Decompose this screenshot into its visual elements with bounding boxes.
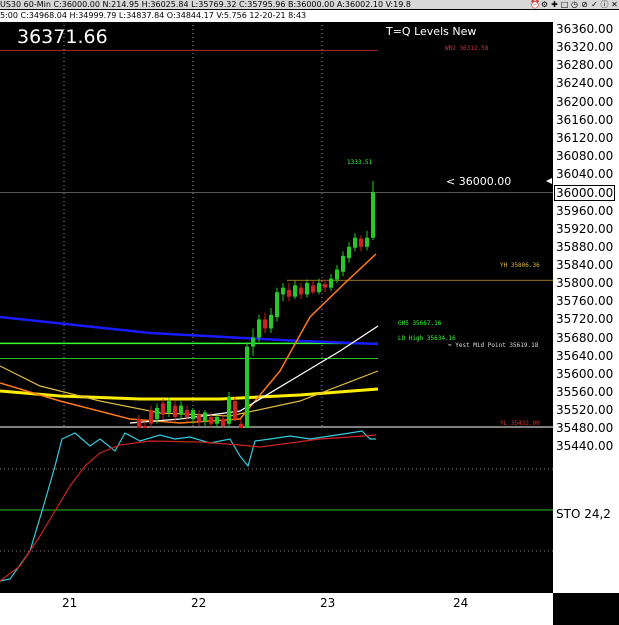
y-tick-label: 35800.00 bbox=[556, 276, 614, 291]
study-title: T=Q Levels New bbox=[386, 25, 477, 38]
fx-label: +FX bbox=[600, 614, 615, 622]
y-tick-label: 36240.00 bbox=[556, 76, 614, 91]
y-tick-label: 36040.00 bbox=[556, 167, 614, 182]
candle-body bbox=[299, 287, 303, 295]
candle-body bbox=[365, 237, 369, 247]
y-tick-label: 35520.00 bbox=[556, 403, 614, 418]
candle-body bbox=[209, 416, 213, 424]
current-price-marker: < 36000.00 bbox=[446, 175, 512, 188]
y-tick-label: 36000.00 bbox=[554, 185, 616, 202]
y-tick-label: 35720.00 bbox=[556, 312, 614, 327]
candle-body bbox=[329, 278, 333, 288]
candle-body bbox=[275, 292, 279, 318]
bar-count-label: 1333.51 bbox=[347, 159, 373, 166]
ohlc-readout: US30 60-Min C:36000.00 N:214.95 H:36025.… bbox=[0, 0, 411, 9]
candle-body bbox=[353, 237, 357, 248]
yest-mid-text: Yest Mid Point 35619.18 bbox=[455, 342, 539, 349]
last-price: 36371.66 bbox=[17, 26, 108, 48]
stop-icon[interactable]: ⊘ bbox=[580, 0, 589, 9]
y-tick-label: 36280.00 bbox=[556, 58, 614, 73]
candle-body bbox=[203, 412, 207, 422]
close-icon[interactable]: ✕ bbox=[610, 0, 619, 9]
toolbar-icons: ⏰ ⚙ ✚ □ ◷ ⊘ ✓ ⓘ ✕ bbox=[530, 0, 619, 9]
candle-body bbox=[269, 314, 273, 329]
clock-icon[interactable]: ◷ bbox=[570, 0, 579, 9]
wr2-label: WR2 36312.58 bbox=[445, 45, 489, 52]
square-icon[interactable]: □ bbox=[560, 0, 569, 9]
y-tick-label: 35920.00 bbox=[556, 221, 614, 236]
y-tick-label: 35640.00 bbox=[556, 348, 614, 363]
x-tick-label: 24 bbox=[453, 596, 469, 610]
y-tick-label: 36360.00 bbox=[556, 22, 614, 36]
y-tick-label: 35960.00 bbox=[556, 203, 614, 218]
yest-mid-label: ⬅ Yest Mid Point 35619.18 bbox=[448, 342, 539, 349]
price-arrow-icon bbox=[546, 178, 552, 184]
candle-body bbox=[215, 416, 219, 424]
data-window-bar: 5:00 C:34968.04 H:34999.79 L:34837.84 O:… bbox=[0, 10, 619, 21]
y-tick-label: 36120.00 bbox=[556, 130, 614, 145]
candle-body bbox=[335, 269, 339, 280]
yl-label: YL 35432.00 bbox=[500, 420, 540, 427]
stochastic-label: STO 24,2 bbox=[556, 507, 611, 521]
y-tick-label: 35560.00 bbox=[556, 385, 614, 399]
y-tick-label: 35480.00 bbox=[556, 421, 614, 436]
y-tick-label: 35880.00 bbox=[556, 239, 614, 254]
y-tick-label: 35760.00 bbox=[556, 294, 614, 309]
candle-body bbox=[245, 346, 249, 429]
gh5-label: GH5 35667.16 bbox=[398, 320, 442, 327]
candle-body bbox=[341, 255, 345, 272]
data-window-text: 5:00 C:34968.04 H:34999.79 L:34837.84 O:… bbox=[0, 11, 307, 20]
y-tick-label: 35680.00 bbox=[556, 330, 614, 345]
y-tick-label: 36320.00 bbox=[556, 40, 614, 55]
candle-body bbox=[287, 289, 291, 297]
candle-body bbox=[293, 285, 297, 297]
candle-body bbox=[233, 401, 237, 420]
candle-body bbox=[323, 284, 327, 288]
y-tick-label: 36080.00 bbox=[556, 149, 614, 164]
info-icon[interactable]: ⓘ bbox=[600, 0, 609, 9]
zoom-controls-icon[interactable]: □□□ bbox=[587, 594, 610, 603]
candle-body bbox=[317, 283, 321, 293]
title-bar: US30 60-Min C:36000.00 N:214.95 H:36025.… bbox=[0, 0, 619, 9]
candle-body bbox=[359, 238, 363, 247]
x-tick-label: 22 bbox=[191, 596, 207, 610]
candle-body bbox=[197, 414, 201, 422]
candle-body bbox=[305, 283, 309, 295]
y-tick-label: 36200.00 bbox=[556, 94, 614, 109]
candle-body bbox=[347, 246, 351, 259]
gear-icon[interactable]: ⚙ bbox=[540, 0, 549, 9]
candle-body bbox=[281, 287, 285, 295]
candle-body bbox=[257, 319, 261, 338]
oscillator-panel-bg bbox=[0, 428, 553, 593]
check-icon[interactable]: ✓ bbox=[590, 0, 599, 9]
crosshair-icon[interactable]: ✚ bbox=[550, 0, 559, 9]
candle-body bbox=[185, 410, 189, 417]
y-tick-label: 35840.00 bbox=[556, 257, 614, 272]
alarm-icon[interactable]: ⏰ bbox=[530, 0, 540, 9]
x-tick-label: 21 bbox=[62, 596, 78, 610]
y-tick-label: 35600.00 bbox=[556, 366, 614, 381]
ma-gold-line bbox=[0, 365, 379, 417]
candle-body bbox=[191, 410, 195, 420]
candle-body bbox=[221, 419, 225, 427]
price-chart[interactable] bbox=[0, 21, 553, 593]
y-tick-label: 36160.00 bbox=[556, 112, 614, 127]
candle-body bbox=[173, 405, 177, 417]
yh-label: YH 35806.36 bbox=[500, 262, 540, 269]
candle-body bbox=[167, 401, 171, 413]
candle-body bbox=[149, 410, 153, 424]
candle-body bbox=[263, 319, 267, 329]
lo-high-label: LO High 35634.16 bbox=[398, 335, 456, 342]
candle-body bbox=[179, 405, 183, 415]
candle-body bbox=[371, 192, 375, 238]
candle-body bbox=[155, 407, 159, 420]
candle-body bbox=[227, 396, 231, 424]
ma-blue-line bbox=[0, 315, 379, 346]
x-tick-label: 23 bbox=[320, 596, 336, 610]
candle-body bbox=[251, 337, 255, 347]
candle-body bbox=[311, 285, 315, 293]
y-tick-label: 35440.00 bbox=[556, 439, 614, 454]
time-axis[interactable]: 21 22 23 24 bbox=[0, 593, 553, 625]
candle-body bbox=[161, 403, 165, 415]
